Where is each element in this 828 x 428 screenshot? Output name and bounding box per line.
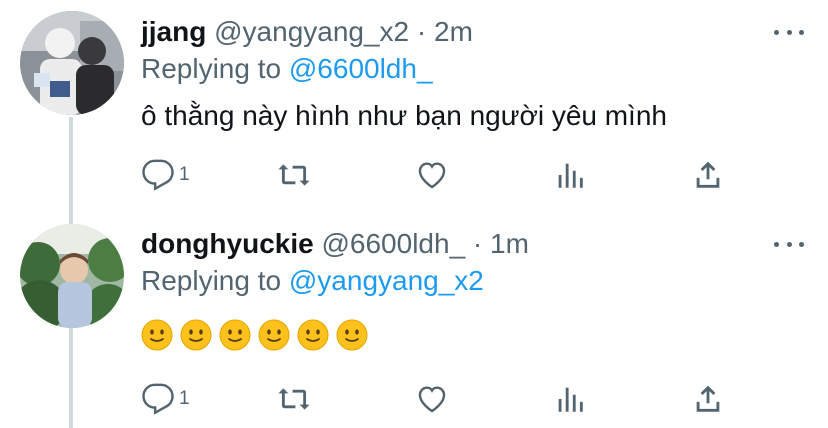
analytics-button[interactable] <box>553 158 587 192</box>
like-icon <box>418 162 446 189</box>
mention-link[interactable]: @6600ldh_ <box>289 53 433 84</box>
share-icon <box>696 385 720 412</box>
display-name[interactable]: jjang <box>141 16 206 47</box>
tweet-text: ô thằng này hình như bạn người yêu mình <box>141 100 667 131</box>
analytics-icon <box>558 387 583 412</box>
replying-prefix: Replying to <box>141 53 282 84</box>
retweet-button[interactable] <box>277 382 311 416</box>
mention-link[interactable]: @yangyang_x2 <box>289 265 484 296</box>
reply-button[interactable]: 1 <box>141 158 190 192</box>
tweet-emoji-text <box>141 319 368 351</box>
reply-button[interactable]: 1 <box>141 382 190 416</box>
user-handle[interactable]: @yangyang_x2 <box>214 16 409 47</box>
reply-icon <box>142 383 174 415</box>
more-options-icon[interactable] <box>774 238 804 250</box>
timestamp[interactable]: 2m <box>434 16 473 47</box>
slightly-smiling-face-emoji <box>297 319 329 351</box>
retweet-button[interactable] <box>277 158 311 192</box>
action-bar: 1 <box>141 382 741 416</box>
separator: · <box>472 228 483 259</box>
like-button[interactable] <box>415 382 449 416</box>
slightly-smiling-face-emoji <box>141 319 173 351</box>
slightly-smiling-face-emoji <box>336 319 368 351</box>
avatar[interactable] <box>20 11 124 115</box>
more-options-icon[interactable] <box>774 26 804 38</box>
retweet-icon <box>278 164 310 186</box>
tweet-header: donghyuckie @6600ldh_ · 1m <box>141 227 529 261</box>
display-name[interactable]: donghyuckie <box>141 228 314 259</box>
reply-count: 1 <box>179 164 190 185</box>
share-icon <box>696 161 720 188</box>
user-handle[interactable]: @6600ldh_ <box>321 228 465 259</box>
tweet-header: jjang @yangyang_x2 · 2m <box>141 15 473 49</box>
timestamp[interactable]: 1m <box>490 228 529 259</box>
separator: · <box>416 16 427 47</box>
share-button[interactable] <box>691 382 725 416</box>
analytics-icon <box>558 163 583 188</box>
replying-to: Replying to @6600ldh_ <box>141 52 433 86</box>
avatar[interactable] <box>20 224 124 328</box>
action-bar: 1 <box>141 158 741 192</box>
replying-to: Replying to @yangyang_x2 <box>141 264 484 298</box>
reply-count: 1 <box>179 388 190 409</box>
retweet-icon <box>278 388 310 410</box>
like-button[interactable] <box>415 158 449 192</box>
slightly-smiling-face-emoji <box>180 319 212 351</box>
analytics-button[interactable] <box>553 382 587 416</box>
slightly-smiling-face-emoji <box>258 319 290 351</box>
slightly-smiling-face-emoji <box>219 319 251 351</box>
share-button[interactable] <box>691 158 725 192</box>
replying-prefix: Replying to <box>141 265 282 296</box>
reply-icon <box>142 159 174 191</box>
like-icon <box>418 386 446 413</box>
